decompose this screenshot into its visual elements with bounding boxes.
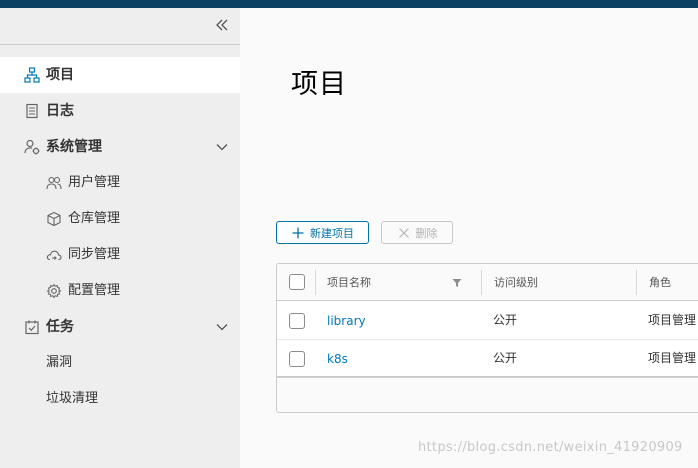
project-name-link[interactable]: k8s <box>327 351 348 367</box>
role-cell: 项目管理 <box>648 313 697 327</box>
main-content: 项目 新建项目 删除 项目名称 访问级别 角色 library 公开 项目管理 … <box>240 8 698 468</box>
column-header-role[interactable]: 角色 <box>649 275 671 291</box>
double-chevron-left-icon[interactable] <box>214 17 230 33</box>
project-name-link[interactable]: library <box>327 313 366 329</box>
sidebar-item-system-admin[interactable]: 系统管理 <box>0 129 240 165</box>
delete-button[interactable]: 删除 <box>381 221 453 244</box>
sidebar-item-vulnerability[interactable]: 漏洞 <box>0 345 240 381</box>
access-level-cell: 公开 <box>493 313 518 327</box>
gear-icon <box>46 283 62 299</box>
sidebar-item-configuration[interactable]: 配置管理 <box>0 273 240 309</box>
watermark-text: https://blog.csdn.net/weixin_41920909 <box>418 440 683 455</box>
projects-icon <box>24 67 40 83</box>
sidebar-item-garbage-collection[interactable]: 垃圾清理 <box>0 381 240 417</box>
new-project-button[interactable]: 新建项目 <box>276 221 369 244</box>
sidebar-collapse-row <box>0 8 240 45</box>
close-icon <box>398 227 409 238</box>
column-divider <box>315 270 316 295</box>
column-header-access-level[interactable]: 访问级别 <box>494 275 538 291</box>
table-footer <box>277 379 698 412</box>
sidebar-item-replication-management[interactable]: 同步管理 <box>0 237 240 273</box>
sidebar: 项目 日志 系统管理 用户管理 仓库管理 同步管理 配置管理 任务 漏洞 垃圾清… <box>0 8 240 468</box>
sidebar-item-label: 项目 <box>46 67 74 83</box>
sidebar-item-projects[interactable]: 项目 <box>0 57 240 93</box>
sidebar-item-label: 配置管理 <box>68 283 121 298</box>
table-header: 项目名称 访问级别 角色 <box>277 264 698 301</box>
column-divider <box>636 270 637 295</box>
sidebar-item-label: 任务 <box>46 319 74 335</box>
column-header-name[interactable]: 项目名称 <box>327 275 371 291</box>
plus-icon <box>292 227 304 238</box>
users-icon <box>46 176 62 190</box>
sidebar-item-user-management[interactable]: 用户管理 <box>0 165 240 201</box>
select-all-checkbox[interactable] <box>289 274 305 290</box>
sidebar-item-label: 垃圾清理 <box>46 391 99 406</box>
sidebar-item-tasks[interactable]: 任务 <box>0 309 240 345</box>
table-row[interactable]: library 公开 项目管理 <box>277 302 698 340</box>
sidebar-item-label: 漏洞 <box>46 355 73 370</box>
chevron-down-icon[interactable] <box>216 141 228 153</box>
row-checkbox[interactable] <box>289 351 305 367</box>
role-cell: 项目管理 <box>648 351 697 365</box>
sidebar-item-label: 仓库管理 <box>68 211 121 226</box>
logs-icon <box>26 103 38 119</box>
sidebar-item-registry-management[interactable]: 仓库管理 <box>0 201 240 237</box>
sidebar-item-label: 同步管理 <box>68 247 121 262</box>
sidebar-item-logs[interactable]: 日志 <box>0 93 240 129</box>
column-divider <box>481 270 482 295</box>
access-level-cell: 公开 <box>493 351 518 365</box>
page-title: 项目 <box>291 69 347 100</box>
new-project-label: 新建项目 <box>310 226 354 240</box>
tasks-icon <box>25 320 39 335</box>
header-bar <box>0 0 698 8</box>
row-checkbox[interactable] <box>289 313 305 329</box>
box-icon <box>47 211 61 227</box>
cloud-sync-icon <box>46 250 62 261</box>
table-row[interactable]: k8s 公开 项目管理 <box>277 340 698 378</box>
user-admin-icon <box>24 139 40 155</box>
sidebar-item-label: 系统管理 <box>46 139 102 155</box>
delete-label: 删除 <box>415 226 438 240</box>
sidebar-item-label: 用户管理 <box>68 175 121 190</box>
sidebar-item-label: 日志 <box>46 103 74 119</box>
projects-table: 项目名称 访问级别 角色 library 公开 项目管理 k8s 公开 项目管理 <box>276 263 698 413</box>
filter-icon[interactable] <box>452 278 462 288</box>
chevron-down-icon[interactable] <box>216 321 228 333</box>
